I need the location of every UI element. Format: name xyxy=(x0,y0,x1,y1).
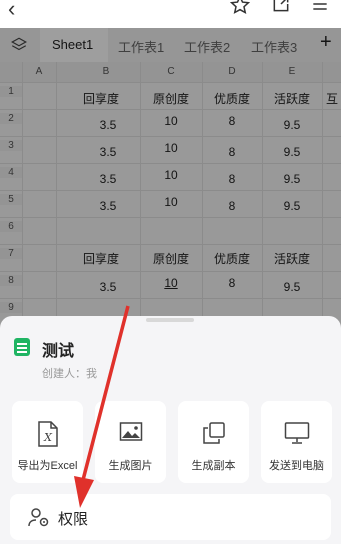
monitor-icon xyxy=(284,422,309,444)
permission-button[interactable]: 权限 xyxy=(10,494,331,540)
make-copy-label: 生成副本 xyxy=(191,460,236,472)
star-icon[interactable] xyxy=(230,0,250,15)
dim-overlay[interactable] xyxy=(0,28,341,328)
sheet-drag-handle[interactable] xyxy=(146,318,194,322)
document-title: 测试 xyxy=(42,343,75,360)
copy-icon xyxy=(202,422,225,444)
share-icon[interactable] xyxy=(271,0,291,14)
top-bar: ‹ xyxy=(0,0,341,28)
export-excel-button[interactable]: X 导出为Excel xyxy=(12,401,83,483)
creator-value: 我 xyxy=(86,368,97,380)
spreadsheet-area: Sheet1 工作表1 工作表2 工作表3 + A B C D E 1 2 3 … xyxy=(0,28,341,328)
generate-image-button[interactable]: 生成图片 xyxy=(95,401,166,483)
generate-image-label: 生成图片 xyxy=(108,460,153,472)
spreadsheet-doc-icon xyxy=(14,338,30,356)
back-icon[interactable]: ‹ xyxy=(8,0,15,22)
make-copy-button[interactable]: 生成副本 xyxy=(178,401,249,483)
user-settings-icon xyxy=(28,508,49,527)
creator-info: 创建人：我 xyxy=(42,365,97,381)
send-to-computer-button[interactable]: 发送到电脑 xyxy=(261,401,332,483)
menu-icon[interactable] xyxy=(310,0,330,14)
excel-export-icon: X xyxy=(37,421,58,447)
permission-label: 权限 xyxy=(58,511,89,528)
svg-text:X: X xyxy=(43,431,53,444)
send-to-computer-label: 发送到电脑 xyxy=(269,460,324,472)
export-excel-label: 导出为Excel xyxy=(17,460,78,472)
creator-label: 创建人： xyxy=(42,368,86,380)
image-icon xyxy=(119,422,142,441)
